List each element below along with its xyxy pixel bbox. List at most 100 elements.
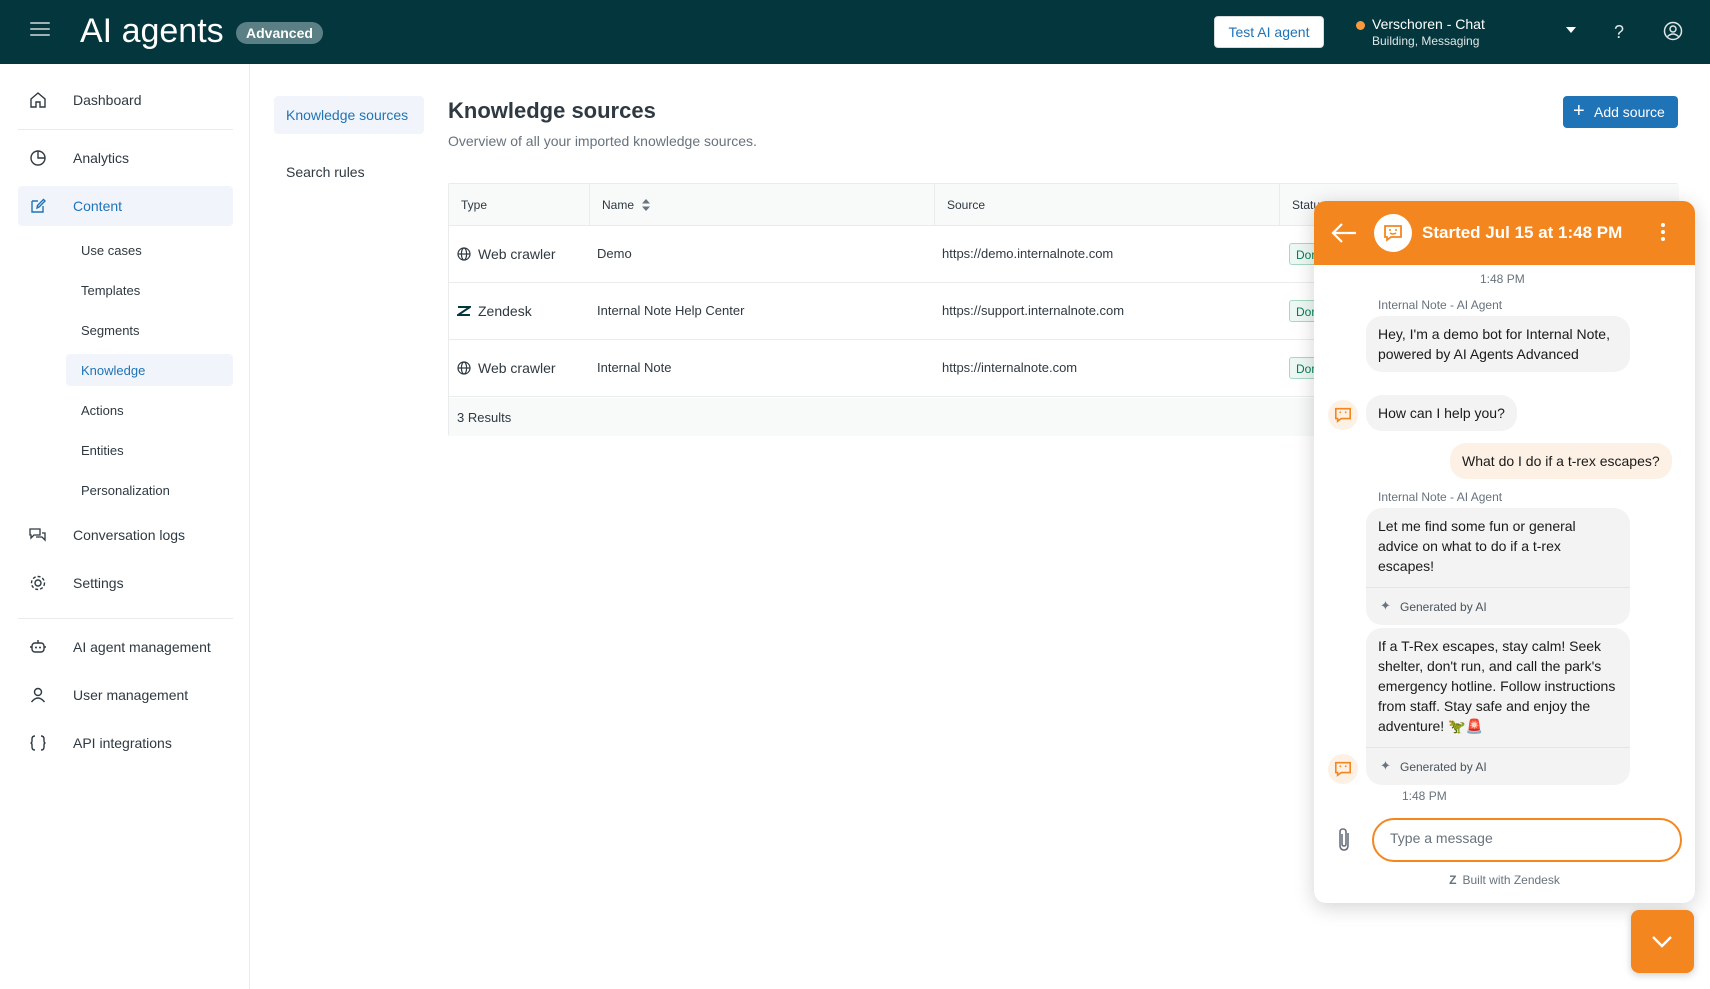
built-with-zendesk[interactable]: Z Built with Zendesk [1314,873,1695,887]
chat-header: Started Jul 15 at 1:48 PM [1314,201,1695,265]
app-title: AI agents [80,12,224,50]
sidebar-item-conversation-logs[interactable]: Conversation logs [18,515,233,555]
generated-by-ai-text: Generated by AI [1400,760,1487,774]
cell-type: Web crawler [478,246,556,262]
column-header-name[interactable]: Name [590,184,935,226]
sidebar-item-user-management[interactable]: User management [18,675,233,715]
cell-type: Web crawler [478,360,556,376]
results-count: 3 Results [457,410,512,425]
sidebar-item-content[interactable]: Content [18,186,233,226]
menu-icon[interactable] [30,22,50,42]
back-arrow-icon[interactable] [1330,221,1358,245]
sidebar-subitem-label: Templates [81,282,141,298]
top-header: AI agents Advanced Test AI agent Verscho… [0,0,1710,64]
sidebar-subitem-knowledge[interactable]: Knowledge [66,354,233,386]
divider [18,129,233,130]
cell-name: Internal Note Help Center [597,303,745,318]
bot-message: How can I help you? [1366,395,1517,431]
sidebar-item-settings[interactable]: Settings [18,563,233,603]
chevron-down-icon[interactable] [1566,27,1576,33]
column-header-type[interactable]: Type [449,184,590,226]
sidebar-subitem-label: Knowledge [81,362,146,378]
sidebar-subitem-label: Actions [81,402,124,418]
sidebar-item-label: User management [73,687,189,703]
message-timestamp: 1:48 PM [1402,789,1447,803]
bot-avatar-small [1328,754,1358,784]
sidebar-subitem-label: Personalization [81,482,170,498]
page-title: Knowledge sources [448,98,656,123]
chevron-down-icon [1652,936,1672,948]
message-sender: Internal Note - AI Agent [1378,490,1503,504]
sidebar-subitem-templates[interactable]: Templates [66,274,233,306]
zendesk-icon [457,306,471,316]
generated-by-ai-label: ✦ Generated by AI [1366,747,1630,785]
user-profile-icon[interactable] [1663,21,1683,41]
test-ai-agent-button[interactable]: Test AI agent [1214,16,1324,48]
account-name: Verschoren - Chat [1372,16,1485,32]
bot-message: Let me find some fun or general advice o… [1366,508,1630,588]
bot-avatar-small [1328,400,1358,430]
chat-bubbles-icon [29,528,46,542]
edit-icon [31,198,46,213]
subnav-label: Search rules [286,164,365,180]
sidebar-item-label: Analytics [73,150,130,166]
sidebar-item-dashboard[interactable]: Dashboard [18,80,233,120]
subnav-label: Knowledge sources [286,107,409,123]
sidebar-subitem-entities[interactable]: Entities [66,434,233,466]
sparkle-icon: ✦ [1380,758,1391,773]
column-header-source[interactable]: Source [935,184,1280,226]
sidebar-subitem-use-cases[interactable]: Use cases [66,234,233,266]
built-with-text: Built with Zendesk [1462,873,1560,887]
bot-message: If a T-Rex escapes, stay calm! Seek shel… [1366,628,1630,748]
globe-icon [457,247,471,261]
sidebar-item-label: Content [73,198,123,214]
attachment-icon[interactable] [1336,827,1354,853]
sidebar: Dashboard Analytics Content Use cases Te… [0,64,250,989]
sort-icon[interactable] [642,199,650,211]
more-options-icon[interactable] [1661,223,1665,241]
cell-source: https://demo.internalnote.com [942,246,1114,261]
account-subtitle: Building, Messaging [1372,34,1480,48]
message-input[interactable] [1390,830,1660,846]
help-icon[interactable]: ? [1614,22,1624,43]
pie-chart-icon [30,150,46,166]
plus-icon: + [1573,100,1585,122]
home-icon [30,92,46,108]
subnav-search-rules[interactable]: Search rules [274,153,424,191]
message-sender: Internal Note - AI Agent [1378,298,1503,312]
add-source-button[interactable]: + Add source [1563,96,1678,128]
generated-by-ai-label: ✦ Generated by AI [1366,587,1630,625]
column-header-label: Type [461,198,488,212]
status-dot [1356,21,1365,30]
add-source-label: Add source [1594,104,1665,120]
column-header-label: Source [947,198,986,212]
chat-toggle-button[interactable] [1631,910,1694,973]
chat-widget: Started Jul 15 at 1:48 PM 1:48 PM Intern… [1314,201,1695,903]
chat-title: Started Jul 15 at 1:48 PM [1422,223,1623,242]
person-icon [30,687,46,703]
sidebar-subitem-segments[interactable]: Segments [66,314,233,346]
sidebar-item-api-integrations[interactable]: API integrations [18,723,233,763]
bot-avatar [1374,214,1412,252]
plan-badge: Advanced [236,22,323,44]
column-header-label: Name [602,198,635,212]
cell-name: Internal Note [597,360,672,375]
sidebar-item-ai-agent-management[interactable]: AI agent management [18,627,233,667]
cell-source: https://support.internalnote.com [942,303,1125,318]
cell-name: Demo [597,246,632,261]
sidebar-item-label: AI agent management [73,639,211,655]
cell-source: https://internalnote.com [942,360,1078,375]
subnav-knowledge-sources[interactable]: Knowledge sources [274,96,424,134]
sidebar-subitem-personalization[interactable]: Personalization [66,474,233,506]
sidebar-item-analytics[interactable]: Analytics [18,138,233,178]
sparkle-icon: ✦ [1380,598,1391,613]
sidebar-subitem-label: Segments [81,322,140,338]
sidebar-item-label: Conversation logs [73,527,186,543]
message-input-wrapper [1372,818,1682,862]
globe-icon [457,361,471,375]
robot-icon [30,640,46,653]
braces-icon [30,735,46,751]
sidebar-subitem-actions[interactable]: Actions [66,394,233,426]
sidebar-item-label: Settings [73,575,124,591]
user-message: What do I do if a t-rex escapes? [1450,443,1672,479]
